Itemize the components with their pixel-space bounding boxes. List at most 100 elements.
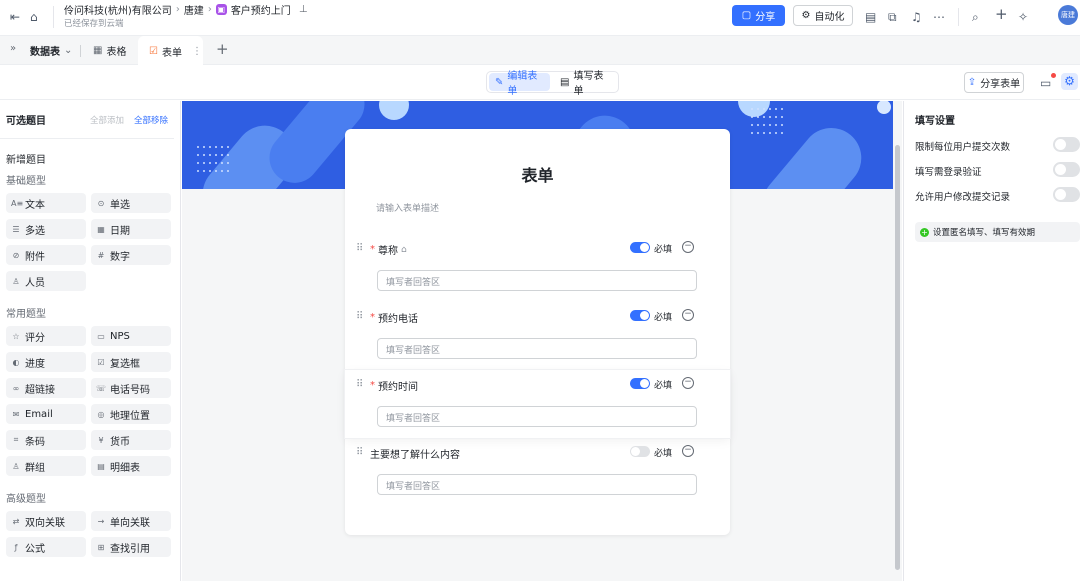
collapse-sidebar-icon[interactable]: ⇤ [10, 10, 20, 24]
left-panel-header: 可选题目 全部添加 全部移除 [0, 101, 174, 139]
share-form-label: 分享表单 [980, 79, 1021, 90]
field-type-basic-5[interactable]: # 数字 [91, 245, 171, 265]
field-type-basic-4[interactable]: ⊘ 附件 [6, 245, 86, 265]
add-all-link[interactable]: 全部添加 [90, 114, 124, 126]
required-toggle[interactable] [630, 446, 650, 457]
field-type-common-5[interactable]: ☏ 电话号码 [91, 378, 171, 398]
field-type-advanced-2[interactable]: ƒ 公式 [6, 537, 86, 557]
drag-handle-icon[interactable]: ⠿ [356, 243, 363, 254]
plugin-icon[interactable]: ⧉ [888, 10, 897, 24]
required-toggle[interactable] [630, 310, 650, 321]
field-type-common-3[interactable]: ☑ 复选框 [91, 352, 171, 372]
bell-icon[interactable]: ♫ [911, 10, 922, 24]
field-type-basic-2[interactable]: ☰ 多选 [6, 219, 86, 239]
expand-icon[interactable]: » [10, 43, 16, 54]
search-icon[interactable]: ⌕ [972, 10, 979, 24]
field-type-common-4[interactable]: ∞ 超链接 [6, 378, 86, 398]
field-type-basic-3[interactable]: ▦ 日期 [91, 219, 171, 239]
field-type-common-7[interactable]: ◎ 地理位置 [91, 404, 171, 424]
setting-toggle[interactable] [1053, 187, 1080, 202]
share-form-button[interactable]: ⇪ 分享表单 [964, 72, 1024, 93]
field-type-common-11[interactable]: ▤ 明细表 [91, 456, 171, 476]
avatar[interactable]: 唐建 [1058, 5, 1078, 25]
sparkle-icon[interactable]: ✧ [1018, 10, 1028, 24]
remove-question-icon[interactable]: − [682, 309, 694, 321]
form-description-input[interactable]: 请输入表单描述 [376, 201, 439, 214]
field-type-common-6[interactable]: ✉ Email [6, 404, 86, 424]
canvas-scrollbar[interactable] [893, 101, 902, 581]
breadcrumb-user[interactable]: 唐建 [184, 2, 204, 17]
field-type-advanced-0[interactable]: ⇄ 双向关联 [6, 511, 86, 531]
new-field-heading: 新增题目 [6, 155, 46, 166]
field-type-advanced-1[interactable]: → 单向关联 [91, 511, 171, 531]
divider [53, 6, 54, 28]
required-toggle[interactable] [630, 242, 650, 253]
document-icon[interactable]: ▤ [865, 10, 876, 24]
remove-question-icon[interactable]: − [682, 241, 694, 253]
home-icon[interactable]: ⌂ [30, 10, 38, 24]
question-label[interactable]: * 预约电话 [370, 310, 418, 325]
field-type-basic-1[interactable]: ⊙ 单选 [91, 193, 171, 213]
remove-all-link[interactable]: 全部移除 [134, 114, 168, 126]
question-label[interactable]: 主要想了解什么内容 [370, 446, 460, 461]
settings-gear-icon[interactable]: ⚙ [1061, 73, 1078, 90]
tab-form[interactable]: ☑ 表单 ⋮ [138, 36, 203, 66]
chevron-right-icon: › [207, 4, 212, 15]
edit-form-button[interactable]: ✎ 编辑表单 [489, 71, 550, 97]
mode-switch: ✎ 编辑表单 ▤ 填写表单 [486, 71, 619, 97]
answer-input[interactable]: 填写者回答区 [377, 406, 697, 427]
add-icon[interactable]: + [995, 7, 1008, 22]
share-form-icon: ⇪ [967, 77, 977, 88]
share-button[interactable]: ▢ 分享 [732, 5, 785, 26]
question-item[interactable]: ⠿ 主要想了解什么内容 必填 − 填写者回答区 [345, 438, 730, 506]
anonymous-settings-label: 设置匿名填写、填写有效期 [933, 228, 1036, 238]
question-item[interactable]: ⠿ * 尊称 ⌂ 必填 − 填写者回答区 [345, 234, 730, 302]
setting-toggle[interactable] [1053, 137, 1080, 152]
field-type-advanced-3[interactable]: ⊞ 查找引用 [91, 537, 171, 557]
tab-table[interactable]: ▦ 表格 [93, 43, 126, 58]
setting-toggle[interactable] [1053, 162, 1080, 177]
field-type-icon: ⊙ [97, 198, 105, 208]
setting-label: 限制每位用户提交次数 [915, 142, 1011, 153]
tab-more-icon[interactable]: ⋮ [192, 46, 202, 57]
grid-icon: ▦ [93, 45, 103, 56]
question-item[interactable]: ⠿ * 预约电话 必填 − 填写者回答区 [345, 302, 730, 370]
field-type-label: 群组 [25, 462, 45, 474]
field-type-icon: ✉ [12, 409, 20, 419]
answer-input[interactable]: 填写者回答区 [377, 338, 697, 359]
question-label[interactable]: * 尊称 ⌂ [370, 242, 407, 257]
breadcrumb-org[interactable]: 伶问科技(杭州)有限公司 [64, 2, 172, 17]
required-star: * [370, 312, 375, 323]
field-type-basic-6[interactable]: ♙ 人员 [6, 271, 86, 291]
field-type-common-8[interactable]: ⌗ 条码 [6, 430, 86, 450]
remove-question-icon[interactable]: − [682, 445, 694, 457]
app-title[interactable]: 客户预约上门 [231, 2, 291, 17]
field-type-common-10[interactable]: ♙ 群组 [6, 456, 86, 476]
drag-handle-icon[interactable]: ⠿ [356, 447, 363, 458]
field-type-common-0[interactable]: ☆ 评分 [6, 326, 86, 346]
tab-datasheet[interactable]: 数据表 ⌄ [30, 43, 72, 58]
more-icon[interactable]: ⋯ [933, 10, 945, 24]
theme-icon[interactable]: ▭ [1040, 76, 1051, 90]
required-toggle[interactable] [630, 378, 650, 389]
scrollbar-thumb[interactable] [895, 145, 900, 570]
fill-form-button[interactable]: ▤ 填写表单 [554, 71, 616, 97]
answer-input[interactable]: 填写者回答区 [377, 474, 697, 495]
anonymous-settings-link[interactable]: + 设置匿名填写、填写有效期 [915, 222, 1080, 242]
drag-handle-icon[interactable]: ⠿ [356, 379, 363, 390]
add-view-icon[interactable]: + [216, 40, 229, 58]
drag-handle-icon[interactable]: ⠿ [356, 311, 363, 322]
field-type-common-9[interactable]: ¥ 货币 [91, 430, 171, 450]
field-type-basic-0[interactable]: A≡ 文本 [6, 193, 86, 213]
field-type-common-1[interactable]: ▭ NPS [91, 326, 171, 346]
question-label[interactable]: * 预约时间 [370, 378, 418, 393]
form-title[interactable]: 表单 [345, 162, 730, 186]
field-type-common-2[interactable]: ◐ 进度 [6, 352, 86, 372]
question-item[interactable]: ⠿ * 预约时间 必填 − 填写者回答区 [345, 370, 730, 438]
pin-icon[interactable]: ⊥ [299, 4, 308, 15]
fill-form-label: 填写表单 [573, 71, 604, 97]
automation-button[interactable]: ⚙ 自动化 [793, 5, 853, 26]
remove-question-icon[interactable]: − [682, 377, 694, 389]
answer-input[interactable]: 填写者回答区 [377, 270, 697, 291]
setting-label: 允许用户修改提交记录 [915, 192, 1011, 203]
